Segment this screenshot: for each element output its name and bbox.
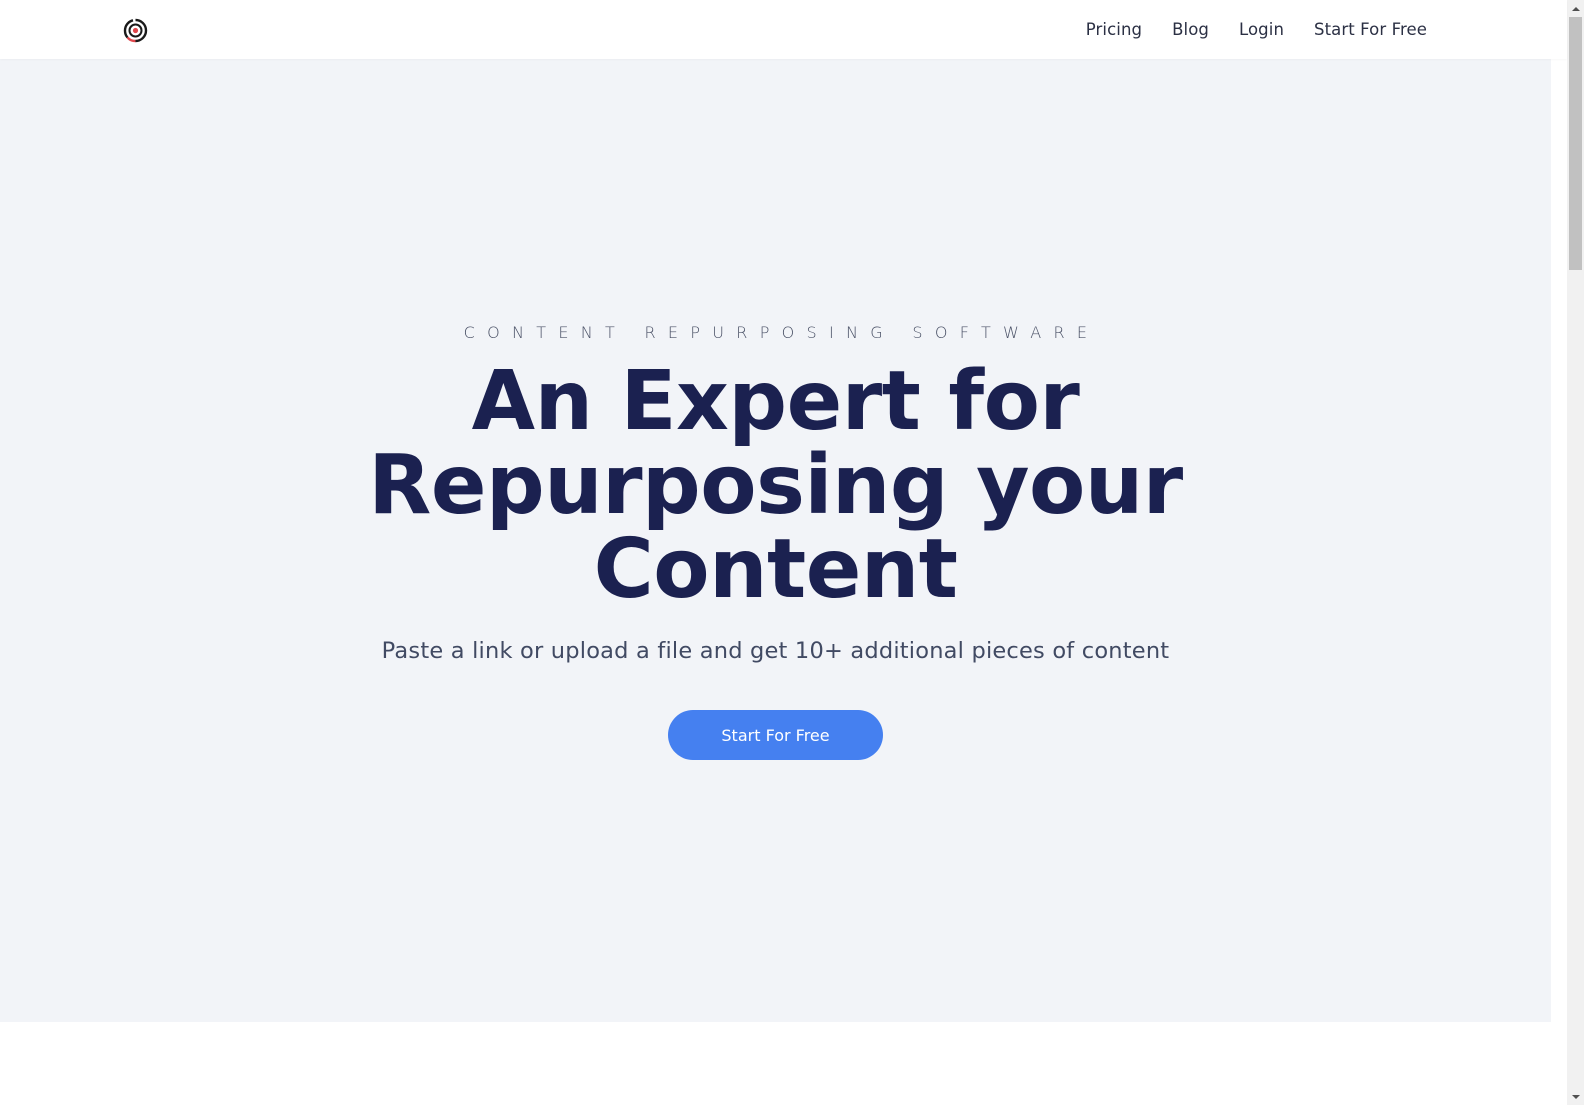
nav-links: Pricing Blog Login Start For Free — [1056, 0, 1427, 59]
scroll-down-button[interactable] — [1567, 1088, 1584, 1105]
hero-subtitle: Paste a link or upload a file and get 10… — [381, 638, 1170, 664]
headline-line-2: Repurposing your — [368, 438, 1183, 533]
hero-headline: An Expert for Repurposing your Content — [0, 360, 1551, 612]
page: Pricing Blog Login Start For Free CONTEN… — [0, 0, 1567, 1105]
next-section — [0, 1022, 1551, 1105]
scroll-up-button[interactable] — [1567, 0, 1584, 17]
vertical-scrollbar[interactable] — [1567, 0, 1584, 1105]
start-for-free-button[interactable]: Start For Free — [668, 710, 883, 760]
nav-blog-link[interactable]: Blog — [1172, 20, 1209, 39]
headline-line-3: Content — [593, 522, 958, 617]
hero-eyebrow: CONTENT REPURPOSING SOFTWARE — [463, 323, 1100, 342]
nav-pricing-link[interactable]: Pricing — [1086, 20, 1142, 39]
logo-link[interactable] — [123, 18, 148, 43]
arrow-down-icon — [1571, 1094, 1580, 1099]
nav-login-link[interactable]: Login — [1239, 20, 1284, 39]
scrollbar-thumb[interactable] — [1569, 17, 1582, 270]
hero-section: CONTENT REPURPOSING SOFTWARE An Expert f… — [0, 59, 1551, 1022]
navbar: Pricing Blog Login Start For Free — [0, 0, 1567, 59]
headline-line-1: An Expert for — [471, 354, 1080, 449]
target-logo-icon — [123, 18, 148, 43]
nav-start-for-free-link[interactable]: Start For Free — [1314, 20, 1427, 39]
arrow-up-icon — [1571, 6, 1580, 11]
